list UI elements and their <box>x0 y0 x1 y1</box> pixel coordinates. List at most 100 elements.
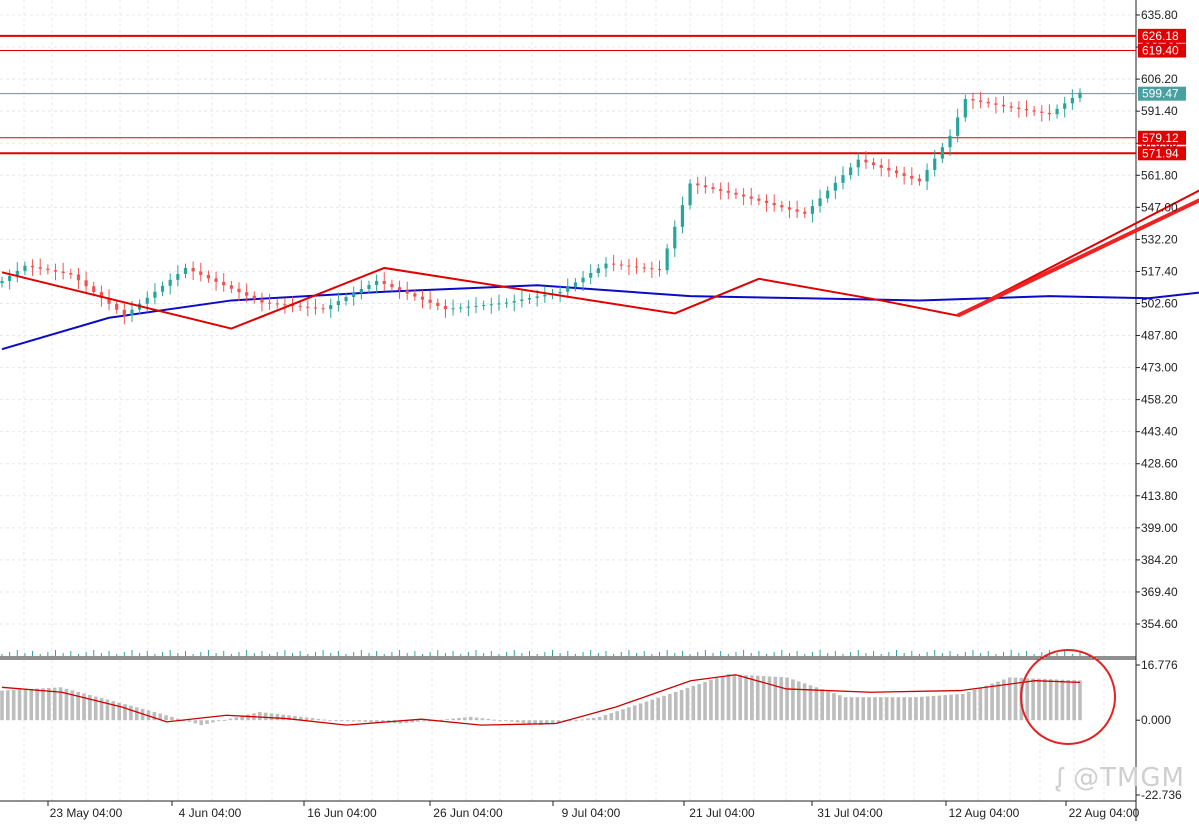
histogram-bar <box>257 711 262 721</box>
histogram-bar <box>170 716 174 721</box>
histogram-bar <box>416 720 420 722</box>
histogram-bar <box>837 695 842 721</box>
candle-body <box>841 175 845 183</box>
candle-body <box>160 285 165 292</box>
candle-body <box>30 265 35 268</box>
histogram-bar <box>855 697 860 721</box>
candle-body <box>795 209 799 212</box>
candle-body <box>573 282 578 288</box>
histogram-bar <box>340 720 344 722</box>
histogram-bar <box>164 715 168 721</box>
price-axis-label: 561.80 <box>1141 168 1178 182</box>
histogram-bar <box>1054 679 1059 721</box>
histogram-bar <box>738 674 742 721</box>
time-axis-label: 9 Jul 04:00 <box>562 806 621 820</box>
candle-body <box>803 211 807 214</box>
histogram-bar <box>949 694 953 721</box>
histogram-bar <box>879 697 883 721</box>
candle-body <box>504 302 509 304</box>
histogram-bar <box>422 720 426 722</box>
candle-body <box>229 285 233 289</box>
candle-body <box>237 288 241 293</box>
histogram-bar <box>586 718 590 721</box>
histogram-bar <box>211 720 215 723</box>
candle-body <box>894 170 899 174</box>
candle-body <box>84 280 88 287</box>
histogram-bar <box>474 717 479 721</box>
histogram-bar <box>785 677 789 721</box>
time-axis-label: 26 Jun 04:00 <box>433 806 503 820</box>
histogram-bar <box>662 695 666 721</box>
histogram-bar <box>345 720 350 722</box>
candle-body <box>864 159 868 163</box>
candle-body <box>986 101 990 104</box>
candle-body <box>627 265 631 267</box>
histogram-bar <box>187 720 192 722</box>
candle-body <box>787 207 792 210</box>
candle-body <box>849 167 853 176</box>
candle-body <box>405 290 409 294</box>
histogram-bar <box>627 707 631 721</box>
candle-body <box>925 169 929 182</box>
histogram-bar <box>527 720 532 724</box>
candle-body <box>145 297 149 304</box>
histogram-bar <box>937 695 942 721</box>
histogram-bar <box>205 720 209 724</box>
candle-body <box>413 293 417 297</box>
histogram-bar <box>193 720 198 724</box>
histogram-bar <box>732 674 737 721</box>
candle-body <box>275 303 279 305</box>
watermark: ᶘ @TMGM <box>1057 762 1185 793</box>
histogram-bar <box>334 720 338 722</box>
histogram-bar <box>679 689 684 721</box>
candle-body <box>642 267 646 269</box>
price-axis-label: 517.40 <box>1141 264 1178 278</box>
histogram-bar <box>867 697 871 721</box>
histogram-bar <box>246 714 250 721</box>
candle-body <box>871 162 876 166</box>
candle-body <box>321 308 325 310</box>
histogram-bar <box>925 696 930 721</box>
price-axis-label: 458.20 <box>1141 393 1178 407</box>
histogram-bar <box>29 688 34 721</box>
candle-body <box>69 273 73 275</box>
candle-body <box>581 277 585 283</box>
candle-body <box>329 305 333 310</box>
histogram-bar <box>955 694 959 721</box>
histogram-bar <box>1072 680 1076 721</box>
histogram-bar <box>574 720 578 722</box>
time-axis-label: 21 Jul 04:00 <box>689 806 755 820</box>
candle-body <box>267 302 272 304</box>
time-axis-label: 31 Jul 04:00 <box>817 806 883 820</box>
histogram-bar <box>591 717 596 721</box>
histogram-bar <box>0 690 4 721</box>
candle-body <box>115 303 119 310</box>
histogram-bar <box>943 695 948 721</box>
candle-body <box>688 183 692 206</box>
histogram-bar <box>1048 679 1053 721</box>
histogram-bar <box>931 695 936 721</box>
candle-body <box>1078 92 1082 98</box>
candle-body <box>917 178 922 182</box>
candle-body <box>810 206 815 214</box>
histogram-bar <box>650 699 655 721</box>
histogram-bar <box>814 687 819 721</box>
candle-body <box>199 271 203 275</box>
price-axis-label: 354.60 <box>1141 617 1178 631</box>
histogram-bar <box>826 691 830 721</box>
histogram-bar <box>11 689 16 721</box>
candle-body <box>428 299 432 303</box>
candle-body <box>680 205 685 227</box>
candle-body <box>742 194 746 197</box>
candle-body <box>703 185 707 188</box>
histogram-bar <box>609 713 614 721</box>
candle-body <box>130 309 134 316</box>
price-axis-label: 428.60 <box>1141 457 1178 471</box>
histogram-bar <box>234 717 239 721</box>
price-level-tag-label: 571.94 <box>1142 146 1179 160</box>
histogram-bar <box>369 720 373 723</box>
candle-body <box>183 267 188 274</box>
price-axis-label: 369.40 <box>1141 585 1178 599</box>
histogram-bar <box>1031 678 1035 721</box>
histogram-bar <box>597 716 602 721</box>
